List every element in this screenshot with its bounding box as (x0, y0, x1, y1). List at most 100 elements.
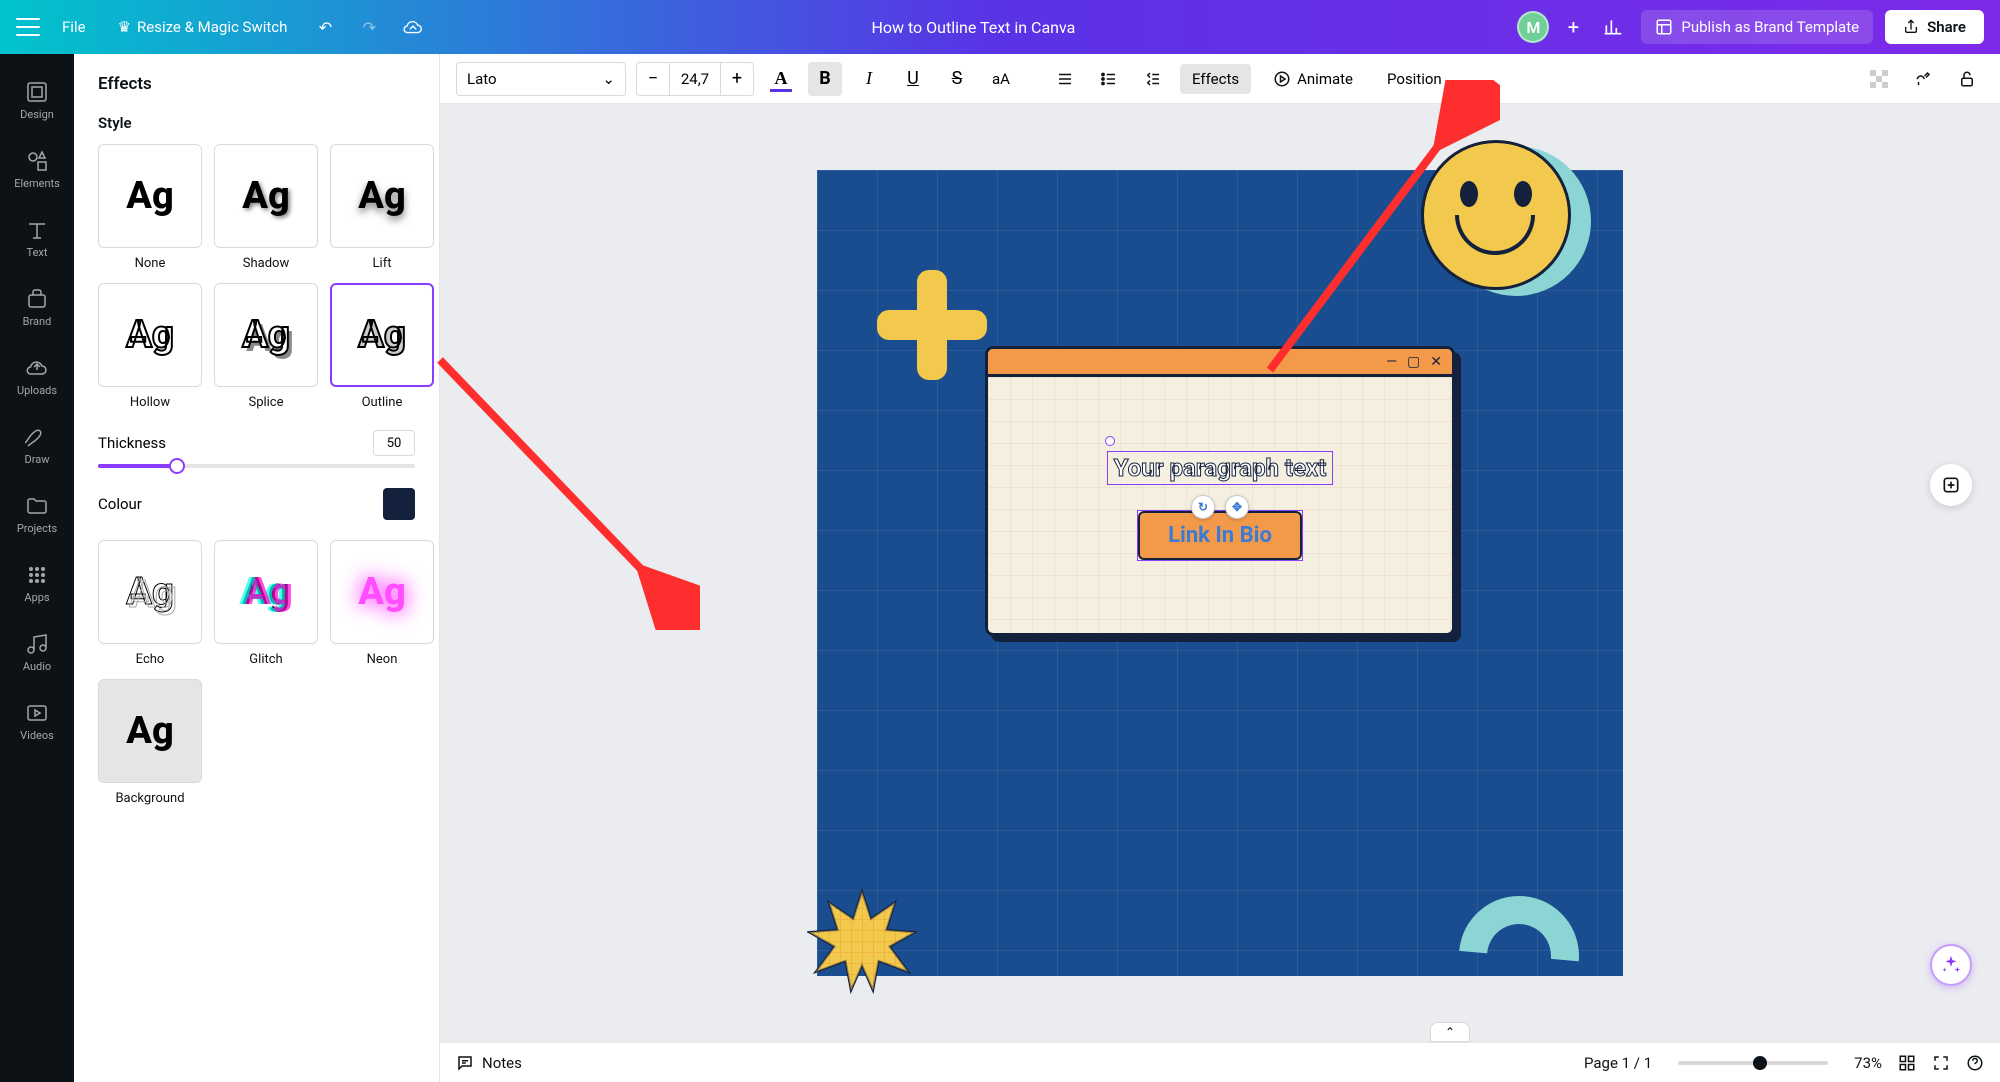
zoom-slider[interactable] (1678, 1061, 1828, 1065)
font-size-increase[interactable]: + (720, 62, 754, 96)
colour-row: Colour (98, 488, 415, 520)
sync-handle-icon[interactable]: ↻ (1191, 495, 1215, 519)
nav-elements[interactable]: Elements (0, 135, 74, 204)
list-button[interactable] (1092, 62, 1126, 96)
document-title[interactable]: How to Outline Text in Canva (441, 18, 1505, 37)
maximize-icon: ▢ (1407, 354, 1420, 370)
animate-button[interactable]: Animate (1261, 64, 1365, 94)
insights-icon[interactable] (1597, 11, 1629, 43)
add-collaborator-icon[interactable]: + (1561, 15, 1585, 39)
paragraph-text-element[interactable]: Your paragraph text (1107, 451, 1334, 485)
help-button[interactable] (1966, 1054, 1984, 1072)
case-button[interactable]: aA (984, 62, 1018, 96)
rotate-handle[interactable] (1105, 436, 1115, 446)
nav-draw[interactable]: Draw (0, 411, 74, 480)
zoom-thumb[interactable] (1753, 1056, 1767, 1070)
nav-design[interactable]: Design (0, 66, 74, 135)
grid-view-button[interactable] (1898, 1054, 1916, 1072)
font-select[interactable]: Lato ⌄ (456, 62, 626, 96)
nav-text[interactable]: Text (0, 204, 74, 273)
nav-label: Uploads (17, 384, 57, 397)
strikethrough-button[interactable]: S (940, 62, 974, 96)
expand-pages-chevron[interactable]: ⌃ (1430, 1022, 1470, 1042)
thickness-slider[interactable] (98, 464, 415, 468)
effects-button[interactable]: Effects (1180, 64, 1251, 94)
style-neon[interactable]: AgNeon (330, 540, 434, 667)
underline-button[interactable]: U (896, 62, 930, 96)
magic-fab[interactable] (1930, 944, 1972, 986)
lock-button[interactable] (1950, 62, 1984, 96)
style-lift[interactable]: AgLift (330, 144, 434, 271)
effects-panel: Effects Style AgNone AgShadow AgLift AgH… (74, 54, 440, 1082)
style-splice[interactable]: AgSplice (214, 283, 318, 410)
nav-brand[interactable]: Brand (0, 273, 74, 342)
resize-magic-switch[interactable]: ♛ Resize & Magic Switch (108, 12, 298, 42)
chevron-down-icon: ⌄ (602, 70, 615, 88)
transparency-button[interactable] (1862, 62, 1896, 96)
font-size-decrease[interactable]: − (636, 62, 670, 96)
zoom-value[interactable]: 73% (1854, 1054, 1882, 1072)
spacing-button[interactable] (1136, 62, 1170, 96)
menu-icon[interactable] (16, 18, 40, 36)
style-glitch[interactable]: AgGlitch (214, 540, 318, 667)
share-button[interactable]: Share (1885, 10, 1984, 44)
nav-uploads[interactable]: Uploads (0, 342, 74, 411)
plus-graphic[interactable] (877, 270, 987, 380)
thickness-row: Thickness (98, 430, 415, 456)
cloud-sync-icon[interactable] (397, 11, 429, 43)
link-bio-button[interactable]: ↻ ✥ Link In Bio (1138, 511, 1302, 560)
notes-button[interactable]: Notes (456, 1054, 522, 1072)
style-hollow[interactable]: AgHollow (98, 283, 202, 410)
font-size-input[interactable] (670, 62, 720, 96)
move-handle-icon[interactable]: ✥ (1225, 495, 1249, 519)
style-echo[interactable]: AgEcho (98, 540, 202, 667)
publish-brand-template-button[interactable]: Publish as Brand Template (1641, 10, 1873, 44)
thickness-input[interactable] (373, 430, 415, 456)
colour-swatch[interactable] (383, 488, 415, 520)
bottombar: Notes Page 1 / 1 73% (440, 1042, 2000, 1082)
template-icon (1655, 18, 1673, 36)
align-button[interactable] (1048, 62, 1082, 96)
text-toolbar: Lato ⌄ − + A B I U S aA Effects Animate … (440, 54, 2000, 104)
canvas-page[interactable]: — ▢ ✕ Your paragraph text ↻ ✥ (817, 170, 1623, 976)
style-label: Echo (136, 652, 165, 667)
position-button[interactable]: Position (1375, 64, 1454, 94)
style-label: Neon (367, 652, 398, 667)
smiley-graphic[interactable] (1421, 140, 1581, 300)
fullscreen-button[interactable] (1932, 1054, 1950, 1072)
style-none[interactable]: AgNone (98, 144, 202, 271)
animate-label: Animate (1297, 70, 1353, 88)
canvas-area[interactable]: — ▢ ✕ Your paragraph text ↻ ✥ (440, 104, 2000, 1042)
thickness-label: Thickness (98, 434, 166, 452)
window-graphic[interactable]: — ▢ ✕ Your paragraph text ↻ ✥ (985, 346, 1455, 636)
bold-button[interactable]: B (808, 62, 842, 96)
nav-label: Brand (23, 315, 52, 328)
style-shadow[interactable]: AgShadow (214, 144, 318, 271)
add-page-fab[interactable] (1930, 464, 1972, 506)
nav-videos[interactable]: Videos (0, 687, 74, 756)
undo-icon[interactable]: ↶ (309, 11, 341, 43)
arc-graphic[interactable] (1434, 871, 1603, 1040)
style-outline[interactable]: AgOutline (330, 283, 434, 410)
redo-icon[interactable]: ↷ (353, 11, 385, 43)
slider-thumb[interactable] (169, 458, 185, 474)
italic-button[interactable]: I (852, 62, 886, 96)
page-indicator[interactable]: Page 1 / 1 (1584, 1054, 1652, 1072)
topbar: File ♛ Resize & Magic Switch ↶ ↷ How to … (0, 0, 2000, 54)
close-icon: ✕ (1430, 354, 1442, 370)
nav-audio[interactable]: Audio (0, 618, 74, 687)
copy-style-button[interactable] (1906, 62, 1940, 96)
font-size-group: − + (636, 62, 754, 96)
nav-label: Audio (23, 660, 51, 673)
style-label: None (135, 256, 166, 271)
nav-projects[interactable]: Projects (0, 480, 74, 549)
style-label: Background (115, 791, 184, 806)
file-menu[interactable]: File (52, 12, 96, 42)
nav-apps[interactable]: Apps (0, 549, 74, 618)
avatar[interactable]: M (1517, 11, 1549, 43)
nav-label: Elements (14, 177, 60, 190)
minimize-icon: — (1386, 354, 1397, 370)
style-background[interactable]: AgBackground (98, 679, 202, 806)
text-color-button[interactable]: A (764, 62, 798, 96)
burst-graphic[interactable] (807, 886, 917, 996)
